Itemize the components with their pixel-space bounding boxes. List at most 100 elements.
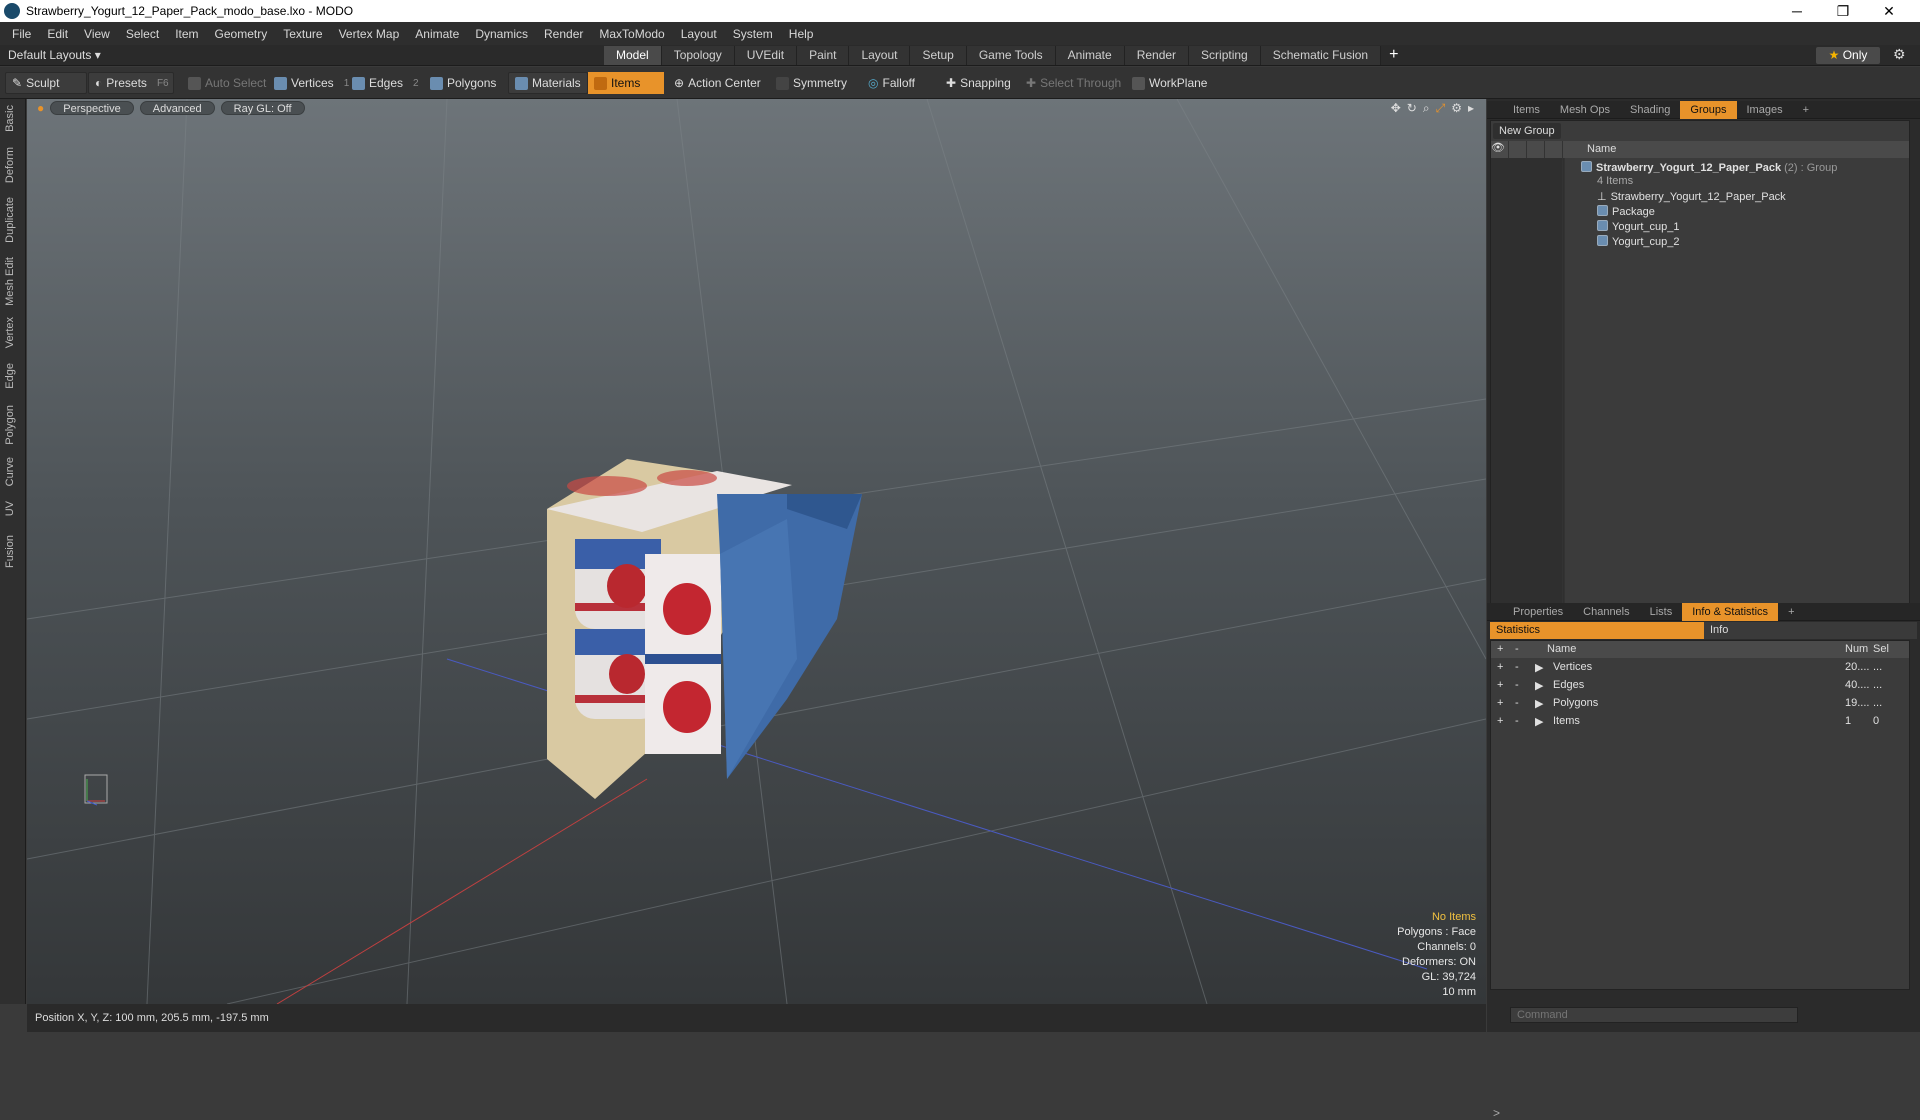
menu-animate[interactable]: Animate <box>407 27 467 41</box>
items-button[interactable]: Items <box>588 72 664 94</box>
tab-duplicate[interactable]: Duplicate <box>4 197 16 243</box>
symmetry-button[interactable]: Symmetry <box>770 72 853 94</box>
3d-viewport[interactable]: ● Perspective Advanced Ray GL: Off ✥ ↻ ⌕… <box>27 99 1486 1004</box>
tab-channels[interactable]: Channels <box>1573 603 1639 621</box>
tab-fusion[interactable]: Fusion <box>4 535 16 568</box>
menu-texture[interactable]: Texture <box>275 27 330 41</box>
tab-info-statistics[interactable]: Info & Statistics <box>1682 602 1779 621</box>
tab-images[interactable]: Images <box>1737 101 1793 119</box>
menu-edit[interactable]: Edit <box>39 27 76 41</box>
table-row[interactable]: + - ▶ Edges 40.... ... <box>1491 677 1909 695</box>
table-row[interactable]: + - ▶ Polygons 19.... ... <box>1491 695 1909 713</box>
groups-column-divider <box>1563 158 1565 605</box>
tab-game-tools[interactable]: Game Tools <box>966 46 1056 65</box>
gear-icon[interactable]: ⚙ <box>1893 46 1906 63</box>
auto-select-button[interactable]: Auto Select <box>182 72 272 94</box>
list-item[interactable]: Yogurt_cup_2 <box>1597 235 1680 248</box>
menu-render[interactable]: Render <box>536 27 591 41</box>
sculpt-button[interactable]: ✎ Sculpt <box>5 72 87 94</box>
menu-vertex-map[interactable]: Vertex Map <box>331 27 408 41</box>
tab-curve[interactable]: Curve <box>4 457 16 486</box>
tab-mesh-edit[interactable]: Mesh Edit <box>4 257 16 306</box>
tab-items[interactable]: Items <box>1503 101 1550 119</box>
perspective-button[interactable]: Perspective <box>50 101 134 115</box>
list-item[interactable]: Yogurt_cup_1 <box>1597 220 1680 233</box>
close-button[interactable]: ✕ <box>1866 0 1912 22</box>
menu-file[interactable]: File <box>4 27 39 41</box>
add-tab-button[interactable]: + <box>1389 46 1398 65</box>
table-row[interactable]: + - ▶ Items 1 0 <box>1491 713 1909 731</box>
menu-help[interactable]: Help <box>781 27 822 41</box>
materials-button[interactable]: Materials <box>508 72 588 94</box>
polygons-button[interactable]: Polygons <box>424 72 502 94</box>
menu-system[interactable]: System <box>725 27 781 41</box>
raygl-button[interactable]: Ray GL: Off <box>220 101 305 115</box>
row-name: Items <box>1553 715 1580 727</box>
menu-layout[interactable]: Layout <box>673 27 725 41</box>
list-item[interactable]: ⊥ Strawberry_Yogurt_12_Paper_Pack <box>1597 190 1786 203</box>
yogurt-pack-model[interactable] <box>547 459 862 799</box>
snapping-label: Snapping <box>960 76 1011 90</box>
tab-animate[interactable]: Animate <box>1055 46 1125 65</box>
group-row[interactable]: Strawberry_Yogurt_12_Paper_Pack (2) : Gr… <box>1581 161 1837 174</box>
settings-icon[interactable]: ⚙ <box>1451 101 1462 116</box>
menu-maxtomodo[interactable]: MaxToModo <box>591 27 672 41</box>
tab-properties[interactable]: Properties <box>1503 603 1573 621</box>
tab-shading[interactable]: Shading <box>1620 101 1680 119</box>
maximize-button[interactable]: ❐ <box>1820 0 1866 22</box>
default-layouts-dropdown[interactable]: Default Layouts ▾ <box>8 48 101 62</box>
subtab-statistics[interactable]: Statistics <box>1490 622 1704 639</box>
zoom-icon[interactable]: ⌕ <box>1423 101 1430 116</box>
workplane-button[interactable]: WorkPlane <box>1126 72 1213 94</box>
snapping-button[interactable]: ✚ Snapping <box>940 72 1017 94</box>
add-panel-tab[interactable]: + <box>1793 101 1819 119</box>
tab-polygon[interactable]: Polygon <box>4 405 16 445</box>
table-row[interactable]: + - ▶ Vertices 20.... ... <box>1491 659 1909 677</box>
polygons-label: Polygons <box>447 76 497 90</box>
add-panel-tab[interactable]: + <box>1778 603 1804 621</box>
pan-icon[interactable]: ✥ <box>1391 101 1401 116</box>
fit-icon[interactable]: ⤢ <box>1436 101 1446 116</box>
expand-icon[interactable]: ▸ <box>1468 101 1474 116</box>
tab-topology[interactable]: Topology <box>661 46 735 65</box>
mesh-icon <box>1597 220 1608 231</box>
tab-mesh-ops[interactable]: Mesh Ops <box>1550 101 1620 119</box>
list-item[interactable]: Package <box>1597 205 1655 218</box>
menu-view[interactable]: View <box>76 27 118 41</box>
advanced-button[interactable]: Advanced <box>139 101 215 115</box>
tab-deform[interactable]: Deform <box>4 147 16 183</box>
tab-model[interactable]: Model <box>604 46 662 65</box>
vertices-button[interactable]: Vertices 1 <box>268 72 355 94</box>
tab-uvedit[interactable]: UVEdit <box>734 46 798 65</box>
minimize-button[interactable]: ─ <box>1774 0 1820 22</box>
menu-dynamics[interactable]: Dynamics <box>467 27 536 41</box>
select-column-icon <box>1545 141 1563 158</box>
presets-button[interactable]: ◐ Presets F6 <box>88 72 174 94</box>
menu-item[interactable]: Item <box>167 27 206 41</box>
tab-layout[interactable]: Layout <box>849 46 911 65</box>
tab-paint[interactable]: Paint <box>797 46 850 65</box>
tab-groups[interactable]: Groups <box>1680 100 1737 119</box>
tab-lists[interactable]: Lists <box>1640 603 1683 621</box>
subtab-info[interactable]: Info <box>1704 622 1917 639</box>
tab-setup[interactable]: Setup <box>910 46 967 65</box>
select-through-button[interactable]: ✚ Select Through <box>1020 72 1127 94</box>
tab-render[interactable]: Render <box>1124 46 1190 65</box>
tab-basic[interactable]: Basic <box>4 105 16 132</box>
tab-scripting[interactable]: Scripting <box>1189 46 1261 65</box>
menu-geometry[interactable]: Geometry <box>207 27 276 41</box>
tab-schematic-fusion[interactable]: Schematic Fusion <box>1260 46 1382 65</box>
tab-edge[interactable]: Edge <box>4 363 16 389</box>
falloff-button[interactable]: ◎ Falloff <box>862 72 921 94</box>
command-input[interactable] <box>1510 1007 1798 1023</box>
edges-button[interactable]: Edges 2 <box>346 72 425 94</box>
tab-uv[interactable]: UV <box>4 501 16 516</box>
only-button[interactable]: ★ Only <box>1816 47 1880 64</box>
action-center-button[interactable]: ⊕ Action Center <box>668 72 767 94</box>
menu-select[interactable]: Select <box>118 27 167 41</box>
tab-vertex[interactable]: Vertex <box>4 317 16 348</box>
group-suffix: (2) : Group <box>1784 162 1838 174</box>
new-group-button[interactable]: New Group <box>1493 123 1561 139</box>
rotate-icon[interactable]: ↻ <box>1407 101 1417 116</box>
viewport-menu-icon[interactable]: ● <box>37 101 44 115</box>
